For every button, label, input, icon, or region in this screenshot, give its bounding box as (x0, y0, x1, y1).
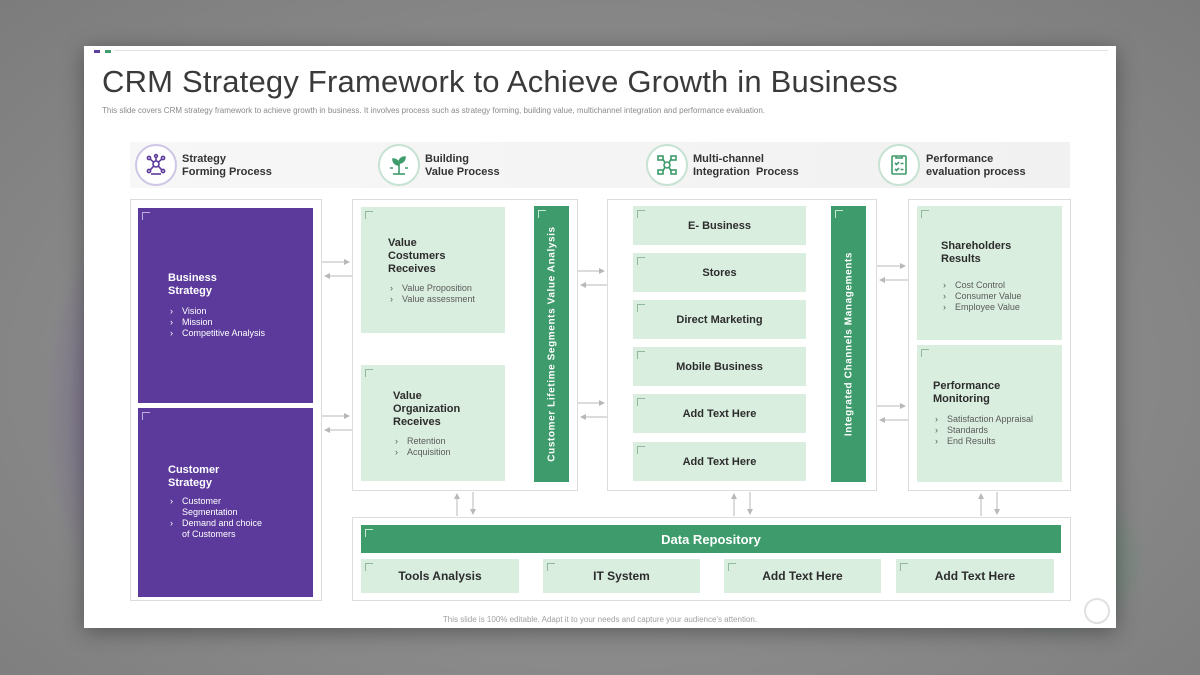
channel-item: Add Text Here (633, 394, 806, 433)
channel-item: Add Text Here (633, 442, 806, 481)
corner-mark (365, 529, 373, 537)
plant-growth-icon (378, 144, 420, 186)
corner-mark (538, 210, 546, 218)
channel-item: Stores (633, 253, 806, 292)
slide: CRM Strategy Framework to Achieve Growth… (84, 46, 1116, 628)
data-repository-title: Data Repository (661, 531, 761, 547)
value-organization-box: Value Organization Receives Retention Ac… (361, 365, 505, 481)
bullet: End Results (933, 436, 1033, 447)
bullet: Value Proposition (388, 283, 475, 294)
integrated-channels-label: Integrated Channels Managements (843, 251, 854, 437)
integrated-channels-bar: Integrated Channels Managements (831, 206, 866, 482)
header-strategy-label: Strategy Forming Process (182, 153, 272, 178)
channel-item-label: Add Text Here (682, 407, 757, 420)
value-organization-title: Value Organization Receives (393, 390, 461, 428)
channel-item-label: Direct Marketing (676, 313, 763, 326)
shareholders-results-bullets: Cost Control Consumer Value Employee Val… (941, 280, 1021, 313)
bullet: Customer Segmentation (168, 496, 262, 518)
corner-mark (547, 563, 555, 571)
channel-item: E- Business (633, 206, 806, 245)
bullet: Retention (393, 436, 451, 447)
corner-mark (365, 369, 373, 377)
corner-mark (637, 257, 645, 265)
header-value-label: Building Value Process (425, 153, 500, 178)
value-organization-bullets: Retention Acquisition (393, 436, 451, 458)
repository-item-label: IT System (593, 569, 650, 583)
corner-mark (728, 563, 736, 571)
bullet: Demand and choice of Customers (168, 518, 262, 540)
green-dot (105, 50, 111, 53)
corner-mark (365, 211, 373, 219)
channel-item-label: E- Business (688, 219, 751, 232)
customer-strategy-box: Customer Strategy Customer Segmentation … (138, 408, 313, 597)
bullet: Competitive Analysis (168, 328, 265, 339)
repository-item: Tools Analysis (361, 559, 519, 593)
top-rule (114, 50, 1108, 51)
corner-mark (637, 304, 645, 312)
channel-item: Mobile Business (633, 347, 806, 386)
customer-lifetime-bar: Customer Lifetime Segments Value Analysi… (534, 206, 569, 482)
checklist-report-icon (878, 144, 920, 186)
network-cluster-icon (135, 144, 177, 186)
header-multichannel-label: Multi-channel Integration Process (693, 153, 799, 178)
customer-strategy-title: Customer Strategy (168, 464, 220, 489)
corner-mark (637, 446, 645, 454)
bullet: Employee Value (941, 302, 1021, 313)
corner-mark (637, 351, 645, 359)
corner-mark (835, 210, 843, 218)
slide-subtitle: This slide covers CRM strategy framework… (102, 106, 765, 115)
data-repository-bar: Data Repository (361, 525, 1061, 553)
top-bar (84, 46, 1116, 54)
bullet: Acquisition (393, 447, 451, 458)
corner-mark (365, 563, 373, 571)
corner-mark (637, 398, 645, 406)
repository-item: IT System (543, 559, 700, 593)
slide-title: CRM Strategy Framework to Achieve Growth… (102, 64, 899, 99)
circle-button[interactable] (1084, 598, 1110, 624)
business-strategy-bullets: Vision Mission Competitive Analysis (168, 306, 265, 339)
slide-footer: This slide is 100% editable. Adapt it to… (442, 615, 758, 624)
bullet: Mission (168, 317, 265, 328)
bullet: Vision (168, 306, 265, 317)
performance-monitoring-title: Performance Monitoring (933, 380, 1001, 405)
bullet: Value assessment (388, 294, 475, 305)
bullet: Standards (933, 425, 1033, 436)
repository-item: Add Text Here (896, 559, 1054, 593)
corner-mark (142, 212, 150, 220)
business-strategy-box: Business Strategy Vision Mission Competi… (138, 208, 313, 403)
repository-item-label: Add Text Here (934, 569, 1016, 583)
corner-mark (921, 210, 929, 218)
value-customers-bullets: Value Proposition Value assessment (388, 283, 475, 305)
performance-monitoring-bullets: Satisfaction Appraisal Standards End Res… (933, 414, 1033, 447)
repository-item-label: Add Text Here (762, 569, 843, 583)
value-customers-box: Value Costumers Receives Value Propositi… (361, 207, 505, 333)
purple-dot (94, 50, 100, 53)
business-strategy-title: Business Strategy (168, 272, 217, 297)
channel-item-label: Add Text Here (682, 455, 757, 468)
customer-strategy-bullets: Customer Segmentation Demand and choice … (168, 496, 262, 540)
shareholders-results-title: Shareholders Results (941, 240, 1012, 265)
header-performance-label: Performance evaluation process (926, 153, 1026, 178)
corner-mark (900, 563, 908, 571)
repository-item-label: Tools Analysis (398, 569, 482, 583)
repository-item: Add Text Here (724, 559, 881, 593)
corner-mark (142, 412, 150, 420)
performance-monitoring-box: Performance Monitoring Satisfaction Appr… (917, 345, 1062, 482)
corner-mark (637, 210, 645, 218)
channel-item-label: Mobile Business (676, 360, 763, 373)
value-customers-title: Value Costumers Receives (388, 237, 446, 275)
customer-lifetime-label: Customer Lifetime Segments Value Analysi… (546, 226, 557, 462)
channel-item: Direct Marketing (633, 300, 806, 339)
bullet: Cost Control (941, 280, 1021, 291)
shareholders-results-box: Shareholders Results Cost Control Consum… (917, 206, 1062, 340)
corner-mark (921, 349, 929, 357)
bullet: Satisfaction Appraisal (933, 414, 1033, 425)
channel-hub-icon (646, 144, 688, 186)
bullet: Consumer Value (941, 291, 1021, 302)
channel-item-label: Stores (702, 266, 737, 279)
